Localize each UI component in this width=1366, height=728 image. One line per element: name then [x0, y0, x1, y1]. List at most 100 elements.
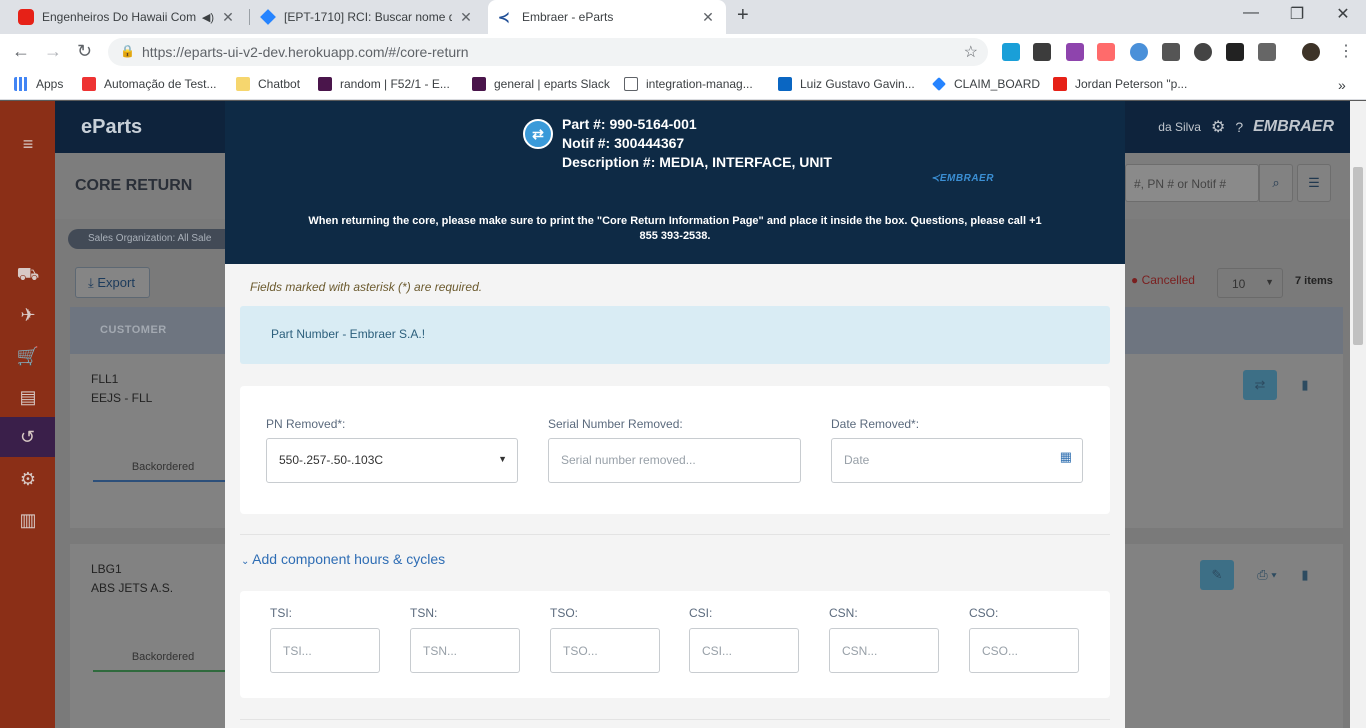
document-icon[interactable]: ▤	[15, 384, 41, 410]
bookmark-chatbot[interactable]: Chatbot	[236, 77, 300, 91]
search-input[interactable]: #, PN # or Notif #	[1125, 164, 1259, 202]
linkedin-icon	[778, 77, 792, 91]
info-alert-text: Part Number - Embraer S.A.!	[271, 327, 426, 341]
edit-pencil-button[interactable]: ✎	[1200, 560, 1234, 590]
core-return-icon[interactable]: ↺	[0, 417, 55, 457]
tso-input[interactable]: TSO...	[550, 628, 660, 673]
scrollbar-thumb[interactable]	[1353, 167, 1363, 345]
hamburger-menu-icon[interactable]: ≡	[15, 131, 41, 157]
page-scrollbar[interactable]	[1350, 101, 1366, 728]
csn-input[interactable]: CSN...	[829, 628, 939, 673]
search-button[interactable]: ⌕	[1259, 164, 1293, 202]
url-text: https://eparts-ui-v2-dev.herokuapp.com/#…	[142, 44, 469, 60]
globe-extension-icon[interactable]	[1130, 43, 1148, 61]
brand-logo[interactable]: eParts	[81, 116, 142, 139]
swap-action-button[interactable]: ⇄	[1243, 370, 1277, 400]
bookmark-apps[interactable]: Apps	[14, 77, 63, 91]
chevron-down-icon: ▼	[1265, 277, 1274, 287]
bookmark-jordan[interactable]: Jordan Peterson "p...	[1053, 77, 1187, 91]
status-dot-icon: ●	[1131, 273, 1142, 287]
maximize-button[interactable]: ❐	[1274, 4, 1320, 24]
bookmark-claim-board[interactable]: CLAIM_BOARD	[932, 77, 1040, 91]
csi-input[interactable]: CSI...	[689, 628, 799, 673]
openai-extension-icon[interactable]	[1194, 43, 1212, 61]
bar-chart-icon[interactable]: ▥	[15, 507, 41, 533]
bookmark-general[interactable]: general | eparts Slack	[472, 77, 610, 91]
status-tab[interactable]: Backordered	[93, 651, 233, 663]
address-bar[interactable]: 🔒 https://eparts-ui-v2-dev.herokuapp.com…	[108, 38, 988, 66]
page-size-select[interactable]: 10 ▼	[1217, 268, 1283, 298]
tsn-input[interactable]: TSN...	[410, 628, 520, 673]
bookmark-automacao[interactable]: Automação de Test...	[82, 77, 217, 91]
close-tab-icon[interactable]: ✕	[220, 9, 236, 26]
filter-settings-button[interactable]: ☰	[1297, 164, 1331, 202]
feather-extension-icon[interactable]	[1066, 43, 1084, 61]
close-window-button[interactable]: ✕	[1320, 4, 1366, 24]
cso-input[interactable]: CSO...	[969, 628, 1079, 673]
bookmark-integration[interactable]: integration-manag...	[624, 77, 753, 91]
download-icon: ⤓	[88, 275, 98, 290]
back-arrow-icon[interactable]: ←	[12, 41, 30, 62]
extension-icon[interactable]	[1097, 43, 1115, 61]
slack-icon	[472, 77, 486, 91]
browser-menu-icon[interactable]: ⋮	[1338, 41, 1354, 61]
embraer-logo: EMBRAER	[1253, 118, 1334, 135]
embraer-logo: ≺EMBRAER	[931, 173, 994, 184]
profile-avatar[interactable]	[1302, 43, 1320, 61]
status-underline	[93, 670, 228, 672]
status-tab[interactable]: Backordered	[93, 461, 233, 473]
sales-org-filter-chip[interactable]: Sales Organization: All Sale	[68, 229, 238, 249]
new-tab-button[interactable]: +	[737, 4, 749, 27]
close-tab-icon[interactable]: ✕	[700, 9, 716, 26]
export-button[interactable]: ⤓ Export	[75, 267, 150, 298]
notion-extension-icon[interactable]	[1226, 43, 1244, 61]
add-component-hours-link[interactable]: ⌄ Add component hours & cycles	[241, 551, 445, 567]
browser-tab-jira[interactable]: [EPT-1710] RCI: Buscar nome do ✕	[250, 0, 484, 34]
book-icon[interactable]: ▮	[1288, 560, 1322, 590]
browser-tab-eparts[interactable]: ≺ Embraer - eParts ✕	[488, 0, 726, 34]
bookmark-linkedin[interactable]: Luiz Gustavo Gavin...	[778, 77, 915, 91]
eyedropper-extension-icon[interactable]	[1258, 43, 1276, 61]
reload-icon[interactable]: ↻	[77, 41, 92, 62]
bookmark-star-icon[interactable]: ☆	[964, 42, 978, 62]
forward-arrow-icon[interactable]: →	[44, 41, 62, 62]
airplane-icon[interactable]: ✈	[15, 302, 41, 328]
settings-gear-icon[interactable]: ⚙	[1211, 117, 1225, 137]
customer-cell: FLL1 EEJS - FLL	[91, 370, 152, 408]
youtube-icon	[1053, 77, 1067, 91]
calendar-icon[interactable]: ▦	[1060, 449, 1072, 465]
browser-tab-youtube[interactable]: Engenheiros Do Hawaii Com ◀) ✕	[8, 0, 246, 34]
tsi-input[interactable]: TSI...	[270, 628, 380, 673]
date-removed-input[interactable]: Date ▦	[831, 438, 1083, 483]
pn-removed-label: PN Removed*:	[266, 417, 345, 431]
bookmark-label: Jordan Peterson "p...	[1075, 77, 1188, 91]
minimize-button[interactable]: —	[1228, 4, 1274, 22]
gears-icon[interactable]: ⚙	[15, 466, 41, 492]
tso-label: TSO:	[550, 606, 579, 620]
inspect-extension-icon[interactable]	[1162, 43, 1180, 61]
bookmark-random[interactable]: random | F52/1 - E...	[318, 77, 450, 91]
url-host: https://eparts-ui-v2-dev.herokuapp.com	[142, 44, 385, 60]
part-info: Part #: 990-5164-001 Notif #: 300444367 …	[562, 115, 832, 172]
book-icon[interactable]: ▮	[1288, 370, 1322, 400]
cart-icon[interactable]: 🛒	[15, 343, 41, 369]
help-icon[interactable]: ?	[1235, 119, 1243, 135]
jira-icon	[260, 9, 276, 25]
user-name[interactable]: da Silva	[1158, 120, 1201, 134]
modal-header: ⇄ Part #: 990-5164-001 Notif #: 30044436…	[225, 101, 1125, 264]
column-customer: CUSTOMER	[100, 324, 167, 336]
serial-removed-input[interactable]: Serial number removed...	[548, 438, 801, 483]
pn-removed-select[interactable]: 550-.257-.50-.103C ▼	[266, 438, 518, 483]
info-alert: Part Number - Embraer S.A.!	[240, 306, 1110, 364]
close-tab-icon[interactable]: ✕	[458, 9, 474, 26]
truck-icon[interactable]: ⛟	[15, 261, 41, 287]
selenium-extension-icon[interactable]	[1033, 43, 1051, 61]
page-title: CORE RETURN	[75, 177, 193, 194]
embraer-logo-text: EMBRAER	[939, 173, 994, 184]
print-dropdown-button[interactable]: ⎙ ▾	[1245, 560, 1289, 590]
add-component-label: Add component hours & cycles	[252, 551, 446, 567]
chevron-down-icon: ⌄	[241, 556, 253, 567]
extension-icon[interactable]	[1002, 43, 1020, 61]
more-bookmarks-icon[interactable]: »	[1338, 77, 1346, 93]
apps-grid-icon	[14, 77, 28, 91]
